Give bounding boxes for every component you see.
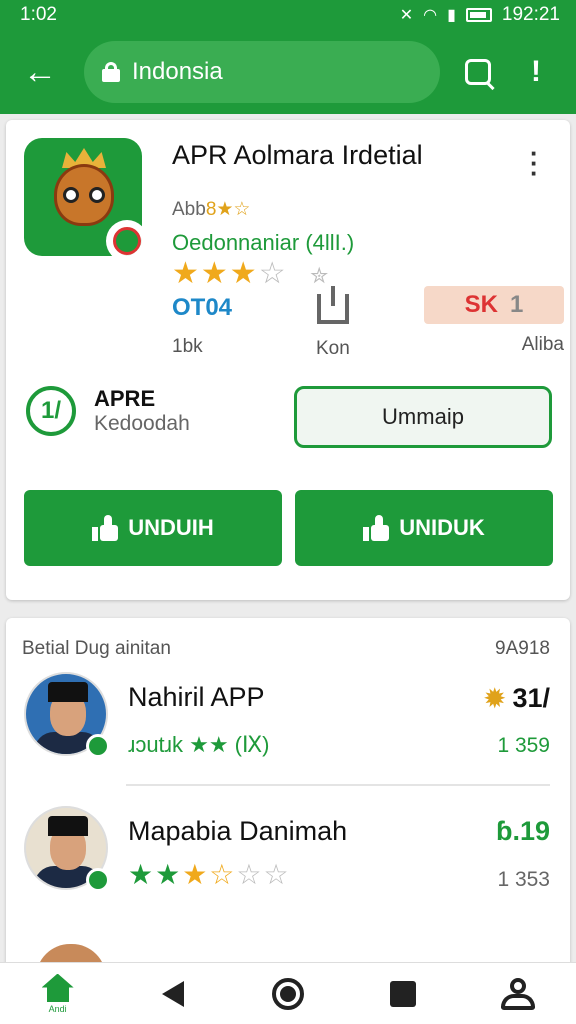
apre-title: APRE xyxy=(94,386,156,411)
stars-empty: ☆☆ xyxy=(236,859,291,890)
list-item-subtitle: ɹɔutɹk ★★ (Ⅸ) xyxy=(128,732,270,757)
list-item-title: Nahiril APP xyxy=(128,682,265,712)
stat-downloads-label: 1bk xyxy=(172,336,203,357)
status-right-text: 192:21 xyxy=(501,4,560,25)
back-triangle-icon xyxy=(161,980,184,1007)
download-button-left-label: UNDUIH xyxy=(128,515,214,540)
nav-back[interactable] xyxy=(143,964,203,1024)
app-icon xyxy=(24,138,142,256)
home-circle-icon xyxy=(271,977,304,1010)
stat-age-label: Aliba xyxy=(521,334,564,355)
stars-tail: ✮ xyxy=(309,263,331,288)
app-subtitle-rating: 8★☆ xyxy=(205,199,251,220)
stat-downloads-value: OT04 xyxy=(172,294,233,321)
verified-badge-icon xyxy=(86,868,110,892)
thumbs-up-icon xyxy=(92,515,119,541)
recents-square-icon xyxy=(390,980,417,1007)
stars-green: ★★ xyxy=(128,859,183,890)
stat-age: SK 1 Aliba xyxy=(424,286,564,356)
divider xyxy=(126,784,550,786)
list-item-stars: ★★★☆☆☆ xyxy=(128,858,291,891)
arrow-left-icon[interactable]: ← xyxy=(18,50,62,94)
stars-gold: ★☆ xyxy=(182,859,237,890)
list-item-score: ɓ.19 xyxy=(495,816,550,846)
list-item-title: Mapabia Danimah xyxy=(128,816,348,846)
age-rating-text: SK xyxy=(464,291,498,318)
list-item[interactable]: Mapabia Danimah ★★★☆☆☆ ɓ.19 1 353 xyxy=(6,806,570,936)
wifi-icon: ◠ xyxy=(423,7,438,24)
list-item[interactable]: Nahiril APP ɹɔutɹk ★★ (Ⅸ) ✹ 31/ 1 359 xyxy=(6,672,570,802)
lock-icon xyxy=(102,62,120,82)
home-icon xyxy=(41,973,74,1002)
status-icons: ✕ ◠ ▮ 192:21 xyxy=(400,4,560,26)
app-subtitle: Abb8★☆ xyxy=(172,198,250,221)
stat-downloads: OT04 1bk xyxy=(172,294,232,358)
nav-home[interactable]: Andi xyxy=(28,964,88,1024)
list-item-score-value: 31/ xyxy=(512,683,550,713)
rating-stars: ★★★☆ ✮ xyxy=(172,256,330,291)
download-button-left[interactable]: UNDUIH xyxy=(24,490,282,566)
status-bar: 1:02 ✕ ◠ ▮ 192:21 xyxy=(0,0,576,30)
search-icon xyxy=(465,59,491,85)
alert-button[interactable]: ! xyxy=(514,50,558,94)
stars-filled: ★★★ xyxy=(172,257,259,290)
download-button-right-label: UNIDUK xyxy=(399,515,485,540)
nav-recents[interactable] xyxy=(373,964,433,1024)
search-input[interactable]: Indonsia xyxy=(84,41,440,103)
alert-icon: ! xyxy=(531,55,541,88)
nav-profile[interactable] xyxy=(488,964,548,1024)
person-icon xyxy=(501,977,536,1010)
apre-subtitle: Kedoodah xyxy=(94,412,190,435)
gear-icon: ✹ xyxy=(482,683,507,714)
list-header: Betial Dug ainitan xyxy=(22,638,171,659)
bottom-navigation: Andi xyxy=(0,962,576,1024)
signal-icon: ▮ xyxy=(447,7,456,24)
mask-icon xyxy=(54,164,114,226)
app-developer[interactable]: Oedonnaniar (4llI.) xyxy=(172,230,354,256)
thumbs-up-icon xyxy=(363,515,390,541)
list-header-right: 9A918 xyxy=(495,638,550,659)
stat-size-label: Kon xyxy=(316,338,350,359)
stars-empty: ☆ xyxy=(258,257,288,290)
related-list-card: Betial Dug ainitan 9A918 Nahiril APP ɹɔu… xyxy=(6,618,570,978)
list-item-score: ✹ 31/ xyxy=(483,682,550,715)
download-button-right[interactable]: UNIDUK xyxy=(295,490,553,566)
verified-badge-icon xyxy=(106,220,142,256)
status-time: 1:02 xyxy=(20,4,57,25)
app-title: APR Aolmara Irdetial xyxy=(172,140,423,170)
nav-home-label: Andi xyxy=(48,1003,67,1014)
app-subtitle-text: Abb xyxy=(172,199,206,220)
download-icon xyxy=(316,286,349,324)
stat-size: Kon xyxy=(316,286,350,360)
verified-badge-icon xyxy=(86,734,110,758)
nav-home-button[interactable] xyxy=(258,964,318,1024)
age-rating-num: 1 xyxy=(509,291,524,318)
search-button[interactable] xyxy=(456,50,500,94)
mute-icon: ✕ xyxy=(399,7,414,24)
app-bar: ← Indonsia ! xyxy=(0,30,576,114)
app-detail-card: APR Aolmara Irdetial · · · Abb8★☆ Oedonnan… xyxy=(6,120,570,600)
outline-action-button[interactable]: Ummaip xyxy=(294,386,552,448)
apre-icon: 1/ xyxy=(26,386,76,436)
list-item-count: 1 353 xyxy=(497,868,550,891)
search-input-text: Indonsia xyxy=(132,58,223,85)
list-item-count: 1 359 xyxy=(497,734,550,757)
age-rating-pill: SK 1 xyxy=(424,286,564,324)
battery-icon xyxy=(465,8,492,22)
more-options-icon[interactable]: · · · xyxy=(530,140,539,186)
